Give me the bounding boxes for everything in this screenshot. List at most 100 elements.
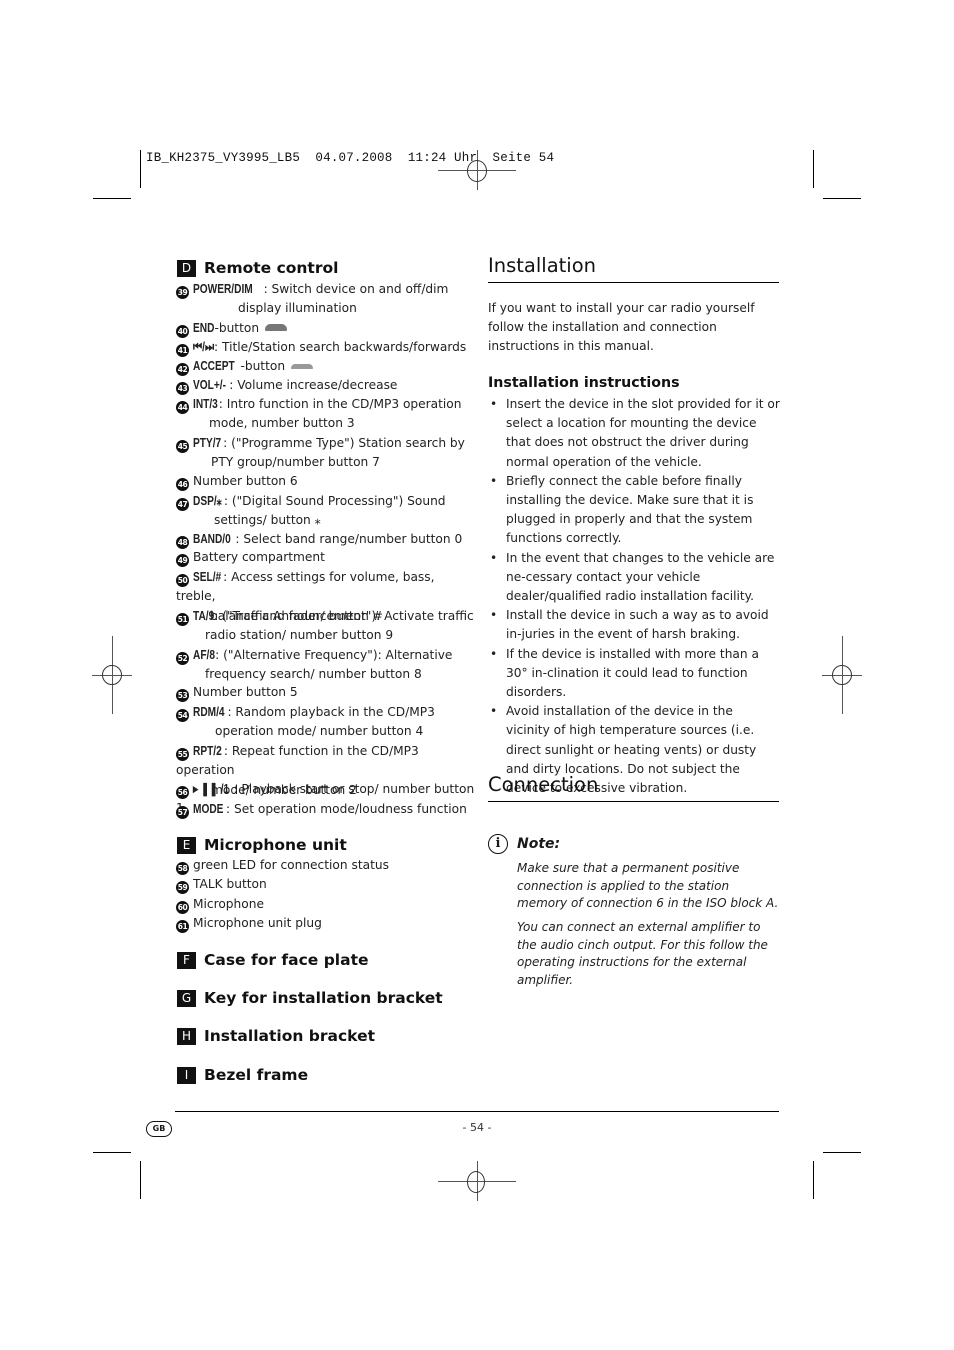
item-text-continued: settings/ button ⁎ [214, 513, 321, 528]
list-item: • If the device is installed with more th… [490, 646, 759, 700]
button-key-label: POWER/DIM [193, 281, 253, 296]
crop-mark [140, 1161, 141, 1199]
item-text: : Set operation mode/loudness function [226, 802, 467, 816]
heading-rule [488, 282, 779, 283]
bullet-icon: • [490, 550, 498, 565]
remote-item: 48 BAND/0: Select band range/number butto… [176, 529, 476, 549]
remote-item: 51 TA/9: ("Traffic Announcement"): Activa… [176, 606, 476, 646]
bullet-icon: • [490, 646, 498, 661]
item-number-icon: 52 [176, 652, 189, 665]
item-text-continued: radio station/ number button 9 [205, 628, 394, 643]
item-text: : Select band range/number button 0 [235, 532, 463, 546]
crop-mark [813, 1161, 814, 1199]
installation-heading: Installation [488, 254, 597, 277]
installation-instructions-heading: Installation instructions [488, 375, 680, 391]
remote-item: 39 POWER/DIM: Switch device on and off/di… [176, 279, 476, 319]
item-text: -button [240, 359, 286, 373]
installation-intro: If you want to install your car radio yo… [488, 301, 755, 354]
section-title: Case for face plate [204, 951, 369, 969]
section-letter: D [177, 259, 196, 277]
section-case-face-plate: F Case for face plate [177, 951, 369, 969]
info-icon: i [488, 834, 508, 854]
microphone-item: 61 Microphone unit plug [176, 914, 476, 933]
item-text: Number button 6 [193, 474, 298, 488]
list-item: • In the event that changes to the vehicl… [490, 550, 775, 604]
section-letter: E [177, 836, 196, 854]
item-number-icon: 61 [176, 919, 189, 933]
section-title: Microphone unit [204, 836, 347, 854]
button-key-label: SEL/# [193, 569, 222, 584]
remote-item: 44 INT/3: Intro function in the CD/MP3 op… [176, 394, 476, 434]
item-text: : Random playback in the CD/MP3 [227, 705, 435, 719]
registration-mark-left [92, 636, 132, 714]
remote-item: 45 PTY/7: ("Programme Type") Station sear… [176, 433, 476, 473]
item-text-continued: display illumination [238, 301, 357, 316]
item-number-icon: 45 [176, 440, 189, 453]
item-text: : Title/Station search backwards/forward… [214, 340, 467, 354]
item-number-icon: 44 [176, 401, 189, 414]
section-bezel-frame: I Bezel frame [177, 1066, 308, 1084]
button-key-label: PTY/7 [193, 435, 222, 450]
remote-item: 43 VOL+/-: Volume increase/decrease [176, 375, 476, 395]
item-number-icon: 53 [176, 689, 189, 702]
item-text: Microphone unit plug [193, 915, 322, 930]
remote-item: 40 END-button [176, 318, 476, 338]
accept-call-icon [291, 364, 314, 369]
button-key-label: AF/8 [193, 647, 215, 662]
remote-item: 41 ⏮/⏭: Title/Station search backwards/fo… [176, 337, 476, 357]
installation-instructions-list: • Insert the device in the slot provided … [488, 395, 780, 798]
section-title: Key for installation bracket [204, 989, 443, 1007]
section-letter: H [177, 1027, 196, 1045]
print-slug: IB_KH2375_VY3995_LB5 04.07.2008 11:24 Uh… [146, 151, 555, 165]
item-number-icon: 55 [176, 748, 189, 761]
bullet-icon: • [490, 397, 498, 411]
remote-item: 54 RDM/4: Random playback in the CD/MP3 op… [176, 702, 476, 742]
remote-item: 46 Number button 6 [176, 472, 476, 491]
list-item: • Insert the device in the slot provided … [490, 397, 780, 469]
item-number-icon: 49 [176, 554, 189, 567]
button-key-label: ACCEPT [193, 358, 235, 373]
button-key-label: VOL+/- [193, 377, 226, 392]
bullet-icon: • [490, 473, 498, 488]
item-text-continued: operation mode/ number button 4 [215, 724, 424, 739]
item-number-icon: 54 [176, 709, 189, 722]
bullet-icon: • [490, 608, 498, 623]
section-key-installation-bracket: G Key for installation bracket [177, 989, 443, 1007]
item-text: : ("Programme Type") Station search by [223, 436, 465, 450]
button-key-label: BAND/0 [193, 531, 231, 546]
button-key-label: ⏮/⏭ [193, 339, 215, 354]
microphone-item: 60 Microphone [176, 895, 476, 914]
note-title: Note: [517, 836, 561, 852]
item-text: Number button 5 [193, 685, 298, 699]
button-key-label: END [193, 320, 215, 335]
remote-item: 57 MODE: Set operation mode/loudness func… [176, 799, 476, 819]
section-letter: I [177, 1066, 196, 1084]
button-key-label: RDM/4 [193, 704, 225, 719]
page-number: - 54 - [462, 1121, 492, 1134]
registration-mark-bottom [438, 1161, 516, 1201]
section-title: Bezel frame [204, 1066, 309, 1084]
crop-mark [823, 198, 861, 199]
button-key-label: INT/3 [193, 396, 218, 411]
bullet-icon: • [490, 704, 498, 719]
note-paragraph: You can connect an external amplifier to… [517, 920, 768, 988]
item-number-icon: 58 [176, 862, 189, 875]
note-paragraph: Make sure that a permanent positive conn… [517, 861, 779, 911]
remote-item: 52 AF/8: ("Alternative Frequency"): Alter… [176, 645, 476, 685]
item-text-continued: frequency search/ number button 8 [205, 667, 422, 682]
button-key-label: ▸ ❚❚ /1 [193, 781, 230, 796]
list-item: • Install the device in such a way as to … [490, 608, 769, 642]
heading-rule [488, 801, 779, 802]
item-text: : Intro function in the CD/MP3 operation [218, 397, 462, 411]
remote-item: 49 Battery compartment [176, 548, 476, 567]
item-text: TALK button [193, 877, 267, 892]
item-text: green LED for connection status [193, 858, 389, 872]
crop-mark [140, 150, 141, 188]
microphone-item: 58 green LED for connection status [176, 856, 476, 875]
list-item: • Briefly connect the cable before finall… [490, 473, 754, 546]
button-key-label: DSP/⁎ [193, 493, 222, 508]
crop-mark [823, 1152, 861, 1153]
crop-mark [813, 150, 814, 188]
end-call-icon [265, 324, 288, 331]
remote-item: 42 ACCEPT -button [176, 356, 476, 376]
